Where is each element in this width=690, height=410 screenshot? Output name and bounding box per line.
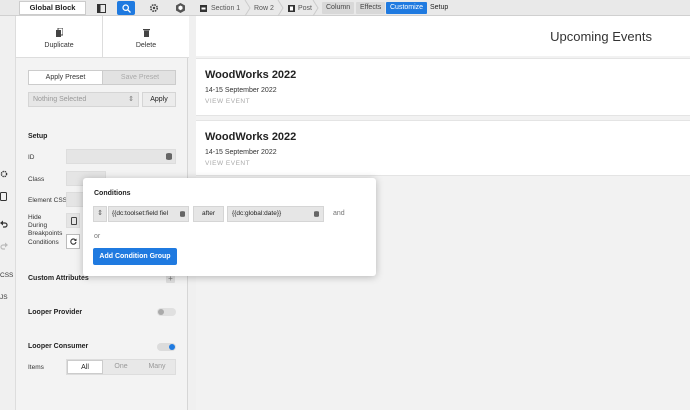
event-card[interactable]: WoodWorks 2022 14-15 September 2022 VIEW…	[196, 58, 690, 116]
preset-tabs: Apply Preset Save Preset	[28, 70, 176, 85]
items-option-all[interactable]: All	[67, 360, 103, 374]
section-icon	[200, 4, 207, 12]
post-icon	[288, 4, 295, 12]
preset-select-value: Nothing Selected	[33, 96, 87, 103]
event-date: 14-15 September 2022	[205, 149, 277, 156]
custom-attributes-title: Custom Attributes	[28, 275, 89, 282]
condition-sort-button[interactable]: ⇕	[93, 206, 107, 222]
element-css-label: Element CSS	[28, 197, 68, 204]
device-icon	[71, 217, 77, 225]
breadcrumb-label: Section 1	[211, 4, 241, 12]
search-button[interactable]	[117, 1, 135, 15]
looper-consumer-title: Looper Consumer	[28, 343, 89, 350]
css-link[interactable]: CSS	[0, 272, 14, 279]
chevron-right-icon	[312, 0, 319, 16]
database-icon[interactable]	[180, 211, 185, 217]
global-block-button[interactable]: Global Block	[19, 1, 86, 15]
preset-select[interactable]: Nothing Selected ⇕	[28, 92, 139, 107]
id-label: ID	[28, 154, 35, 161]
database-icon[interactable]	[166, 153, 172, 160]
and-button[interactable]: and	[333, 206, 345, 222]
breadcrumb-section[interactable]: Section 1	[200, 0, 240, 16]
duplicate-button[interactable]: Duplicate	[16, 16, 102, 58]
condition-operator-select[interactable]: after	[193, 206, 224, 222]
layout-panel-icon[interactable]	[92, 1, 110, 15]
search-icon	[121, 3, 131, 13]
duplicate-label: Duplicate	[44, 42, 74, 49]
breadcrumb-label: Row 2	[254, 4, 274, 12]
items-option-many[interactable]: Many	[139, 360, 175, 374]
database-icon[interactable]	[314, 211, 319, 217]
cube-icon[interactable]	[171, 1, 189, 15]
toggle-knob	[169, 344, 175, 350]
page-heading: Upcoming Events	[550, 29, 652, 44]
tab-apply-preset[interactable]: Apply Preset	[29, 71, 103, 84]
toggle-knob	[158, 309, 164, 315]
class-label: Class	[28, 176, 45, 183]
setup-button[interactable]: Setup	[426, 2, 452, 14]
hide-breakpoints-field[interactable]	[66, 213, 80, 228]
breadcrumb-row[interactable]: Row 2	[254, 0, 274, 16]
items-option-one[interactable]: One	[103, 360, 139, 374]
conditions-label: Conditions	[28, 239, 59, 246]
add-condition-group-button[interactable]: Add Condition Group	[93, 248, 177, 265]
hide-breakpoints-label: Hide During Breakpoints	[28, 214, 63, 237]
event-title: WoodWorks 2022	[205, 131, 297, 143]
looper-provider-title: Looper Provider	[28, 309, 83, 316]
trash-icon	[143, 29, 150, 37]
event-title: WoodWorks 2022	[205, 69, 297, 81]
setup-title: Setup	[28, 133, 48, 140]
refresh-icon	[70, 238, 77, 245]
looper-consumer-toggle[interactable]	[157, 343, 176, 351]
conditions-button[interactable]	[66, 234, 80, 249]
view-event-link[interactable]: VIEW EVENT	[205, 160, 250, 167]
duplicate-delete-row: Duplicate Delete	[16, 16, 189, 58]
breadcrumb-label: Post	[298, 4, 313, 12]
breadcrumb-post[interactable]: Post	[288, 0, 312, 16]
duplicate-icon	[56, 28, 63, 37]
event-card[interactable]: WoodWorks 2022 14-15 September 2022 VIEW…	[196, 120, 690, 176]
gear-icon[interactable]	[145, 1, 163, 15]
canvas-header: Upcoming Events	[196, 16, 690, 56]
chevron-right-icon	[244, 0, 251, 16]
settings-icon[interactable]	[0, 170, 14, 180]
customize-button[interactable]: Customize	[386, 2, 428, 14]
id-field[interactable]	[66, 149, 176, 164]
tab-save-preset[interactable]: Save Preset	[103, 71, 177, 84]
view-event-link[interactable]: VIEW EVENT	[205, 98, 250, 105]
condition-value-input[interactable]: {{dc:global:date}}	[227, 206, 324, 222]
chevron-right-icon	[277, 0, 284, 16]
apply-preset-button[interactable]: Apply	[142, 92, 176, 107]
chevron-updown-icon: ⇕	[128, 96, 134, 103]
items-segmented-control: All One Many	[66, 359, 176, 375]
mobile-icon[interactable]	[0, 192, 14, 203]
redo-icon[interactable]	[0, 242, 14, 252]
items-label: Items	[28, 364, 44, 371]
event-date: 14-15 September 2022	[205, 87, 277, 94]
condition-field-input[interactable]: {{dc:toolset:field fiel	[108, 206, 189, 222]
looper-provider-toggle[interactable]	[157, 308, 176, 316]
effects-button[interactable]: Effects	[356, 2, 386, 14]
js-link[interactable]: JS	[0, 294, 14, 301]
or-label: or	[94, 233, 101, 240]
condition-field-value: {{dc:toolset:field fiel	[112, 210, 169, 217]
left-rail: CSS JS	[0, 16, 14, 410]
conditions-popup: Conditions ⇕ {{dc:toolset:field fiel aft…	[83, 178, 376, 276]
conditions-title: Conditions	[94, 190, 131, 197]
column-button[interactable]: Column	[322, 2, 355, 14]
delete-label: Delete	[135, 42, 157, 49]
delete-button[interactable]: Delete	[103, 16, 189, 58]
top-toolbar: Global Block Section 1 Row 2 Post Column…	[0, 0, 690, 16]
condition-value-text: {{dc:global:date}}	[232, 210, 282, 217]
undo-icon[interactable]	[0, 220, 14, 230]
